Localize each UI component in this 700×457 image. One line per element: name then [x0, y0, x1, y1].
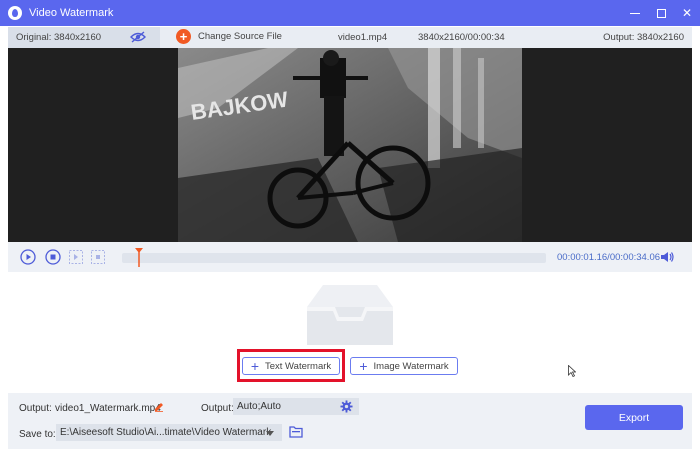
close-icon[interactable]: ✕ — [674, 0, 700, 26]
title-bar: Video Watermark ✕ — [0, 0, 700, 26]
empty-tray-icon — [307, 285, 393, 345]
window-title: Video Watermark — [29, 7, 114, 19]
output-format-label: Output: — [201, 403, 234, 414]
image-watermark-label: Image Watermark — [373, 360, 449, 372]
image-watermark-button[interactable]: + Image Watermark — [350, 357, 458, 375]
original-tab: Original: 3840x2160 — [8, 27, 160, 48]
output-resolution: Output: 3840x2160 — [603, 32, 684, 43]
source-info: 3840x2160/00:00:34 — [418, 32, 505, 43]
highlight-box — [237, 349, 345, 382]
cursor-icon — [568, 365, 576, 377]
volume-icon[interactable] — [660, 251, 674, 263]
folder-icon[interactable] — [289, 425, 303, 438]
add-icon: + — [176, 29, 191, 44]
minimize-icon[interactable] — [622, 0, 648, 26]
edit-pencil-icon[interactable] — [154, 402, 164, 412]
playhead-icon[interactable] — [134, 247, 144, 267]
source-filename: video1.mp4 — [338, 32, 388, 43]
save-path-value: E:\Aiseesoft Studio\Ai...timate\Video Wa… — [60, 427, 272, 438]
original-resolution: Original: 3840x2160 — [16, 32, 102, 43]
export-button[interactable]: Export — [585, 405, 683, 430]
video-preview-area: BAJKOW — [8, 48, 692, 242]
save-path-dropdown[interactable]: E:\Aiseesoft Studio\Ai...timate\Video Wa… — [56, 424, 282, 441]
gear-icon[interactable] — [340, 400, 353, 413]
timecode: 00:00:01.16/00:00:34.06 — [557, 252, 661, 263]
window-controls: ✕ — [622, 0, 700, 26]
output-name-label: Output: — [19, 403, 52, 414]
change-source-button[interactable]: + Change Source File — [176, 29, 282, 44]
output-settings-panel: Output: video1_Watermark.mp4 Output: Aut… — [8, 393, 692, 449]
video-frame: BAJKOW — [178, 48, 522, 242]
app-logo-icon — [8, 6, 22, 20]
video-image: BAJKOW — [178, 48, 522, 242]
change-source-label: Change Source File — [198, 31, 282, 42]
playback-controls: 00:00:01.16/00:00:34.06 — [8, 242, 692, 272]
play-icon[interactable] — [20, 249, 36, 265]
stop-icon[interactable] — [45, 249, 61, 265]
save-to-label: Save to: — [19, 429, 56, 440]
trim-end-icon[interactable] — [90, 249, 106, 265]
maximize-icon[interactable] — [648, 0, 674, 26]
add-icon: + — [359, 358, 368, 374]
trim-start-icon[interactable] — [68, 249, 84, 265]
output-format-value: Auto;Auto — [237, 401, 281, 412]
chevron-down-icon[interactable] — [266, 431, 274, 436]
info-bar: Original: 3840x2160 + Change Source File… — [8, 27, 692, 48]
output-filename: video1_Watermark.mp4 — [55, 403, 161, 414]
eye-slash-icon[interactable] — [130, 31, 146, 43]
timeline-track[interactable] — [122, 253, 546, 263]
